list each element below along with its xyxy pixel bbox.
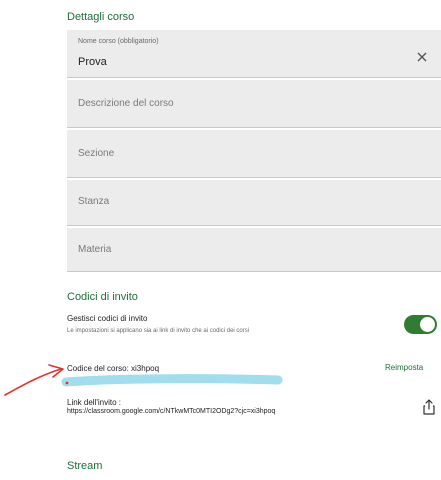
- description-placeholder: Descrizione del corso: [78, 98, 174, 109]
- invite-link-url[interactable]: https://classroom.google.com/c/NTkwMTc0M…: [67, 408, 275, 415]
- red-arrow-annotation: [4, 364, 64, 396]
- section-placeholder: Sezione: [78, 148, 115, 159]
- share-icon[interactable]: [422, 399, 436, 415]
- manage-invite-codes-title: Gestisci codici di invito: [67, 314, 148, 323]
- highlight-scribble: [61, 374, 283, 387]
- section-title-details: Dettagli corso: [67, 11, 135, 23]
- section-title-stream: Stream: [67, 460, 103, 472]
- reset-code-link[interactable]: Reimposta: [385, 363, 423, 372]
- subject-field[interactable]: Materia: [67, 228, 441, 272]
- toggle-knob: [420, 317, 435, 332]
- room-field[interactable]: Stanza: [67, 180, 441, 226]
- course-name-label: Nome corso (obbligatorio): [78, 38, 159, 45]
- course-code-label: Codice del corso: xi3hpoq: [67, 364, 160, 373]
- course-name-value[interactable]: Prova: [78, 56, 107, 68]
- course-name-field[interactable]: Nome corso (obbligatorio) Prova: [67, 30, 441, 78]
- subject-placeholder: Materia: [78, 244, 112, 255]
- manage-invite-codes-subtitle: Le impostazioni si applicano sia ai link…: [67, 328, 250, 334]
- section-title-invite-codes: Codici di invito: [67, 291, 138, 303]
- manage-invite-codes-toggle[interactable]: [404, 315, 437, 334]
- room-placeholder: Stanza: [78, 196, 110, 207]
- section-field[interactable]: Sezione: [67, 130, 441, 178]
- invite-link-title: Link dell'invito :: [67, 398, 121, 407]
- close-icon[interactable]: [414, 49, 430, 65]
- description-field[interactable]: Descrizione del corso: [67, 80, 441, 128]
